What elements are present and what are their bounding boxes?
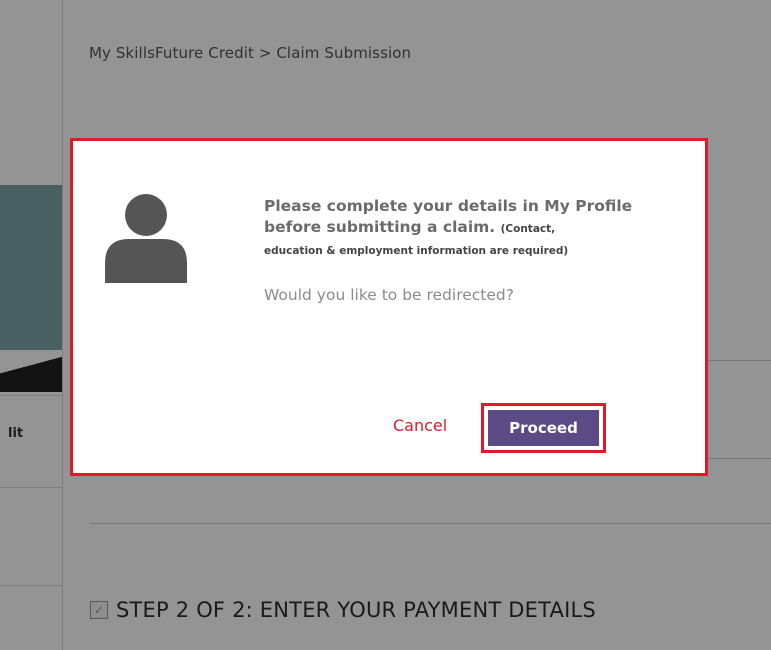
user-avatar-icon [105,194,187,283]
dialog-message-text: Please complete your details in My Profi… [264,196,664,262]
profile-incomplete-dialog: Please complete your details in My Profi… [70,138,708,476]
dialog-main-text: Please complete your details in My Profi… [264,197,633,236]
proceed-button[interactable]: Proceed [488,410,599,446]
cancel-button[interactable]: Cancel [393,416,447,435]
dialog-message: Please complete your details in My Profi… [264,196,664,304]
dialog-note-continued: education & employment information are r… [264,245,569,257]
dialog-question: Would you like to be redirected? [264,286,514,304]
dialog-note: (Contact, [500,223,556,235]
proceed-button-highlight: Proceed [481,403,606,453]
